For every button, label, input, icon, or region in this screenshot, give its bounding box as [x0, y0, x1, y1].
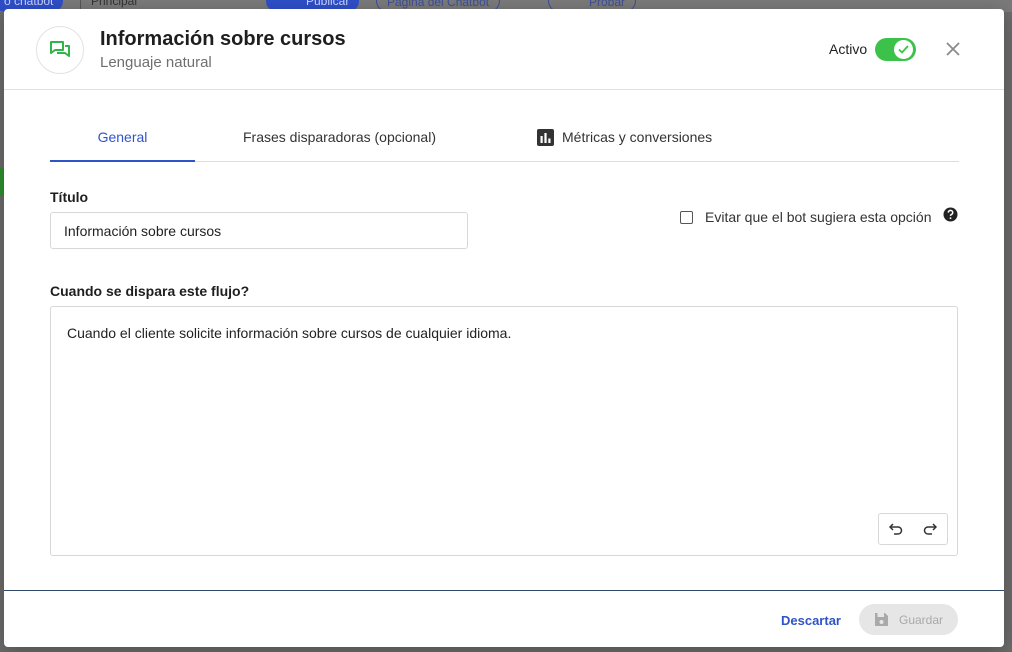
- undo-redo-group: [878, 513, 948, 545]
- toggle-knob: [894, 40, 913, 59]
- modal-title: Información sobre cursos: [100, 28, 346, 50]
- save-button[interactable]: Guardar: [859, 604, 958, 635]
- help-icon[interactable]: [943, 207, 958, 222]
- tab-metrics-label: Métricas y conversiones: [562, 129, 713, 145]
- tab-bar: General Frases disparadoras (opcional) M…: [50, 119, 959, 162]
- modal-footer: Descartar Guardar: [4, 590, 1004, 647]
- modal-subtitle: Lenguaje natural: [100, 54, 212, 71]
- undo-icon: [889, 523, 903, 535]
- active-label: Activo: [829, 41, 868, 57]
- bar-chart-icon: [537, 129, 554, 146]
- tab-general[interactable]: General: [50, 119, 195, 162]
- redo-button[interactable]: [913, 514, 947, 544]
- avoid-suggest-label: Evitar que el bot sugiera esta opción: [705, 209, 932, 225]
- title-field-label: Título: [50, 189, 89, 205]
- undo-button[interactable]: [879, 514, 913, 544]
- check-icon: [898, 45, 909, 54]
- chat-bubbles-icon: [36, 26, 84, 74]
- trigger-textarea[interactable]: Cuando el cliente solicite información s…: [51, 307, 957, 555]
- discard-button[interactable]: Descartar: [781, 613, 841, 628]
- tab-trigger-phrases[interactable]: Frases disparadoras (opcional): [243, 119, 436, 162]
- active-toggle[interactable]: [875, 38, 916, 61]
- redo-icon: [923, 523, 937, 535]
- tab-general-label: General: [97, 129, 148, 145]
- tab-trigger-phrases-label: Frases disparadoras (opcional): [243, 129, 436, 145]
- title-input[interactable]: [50, 212, 468, 249]
- modal-header: Información sobre cursos Lenguaje natura…: [4, 9, 1004, 90]
- tab-metrics[interactable]: Métricas y conversiones: [537, 119, 712, 162]
- save-icon: [874, 612, 889, 627]
- close-button[interactable]: [943, 39, 963, 59]
- save-label: Guardar: [898, 612, 944, 627]
- avoid-suggest-checkbox[interactable]: [680, 210, 693, 224]
- avoid-suggest-option[interactable]: Evitar que el bot sugiera esta opción: [680, 207, 931, 227]
- close-icon: [946, 42, 960, 56]
- trigger-textarea-container: Cuando el cliente solicite información s…: [50, 306, 958, 556]
- trigger-field-label: Cuando se dispara este flujo?: [50, 283, 250, 299]
- flow-modal: Información sobre cursos Lenguaje natura…: [4, 9, 1004, 647]
